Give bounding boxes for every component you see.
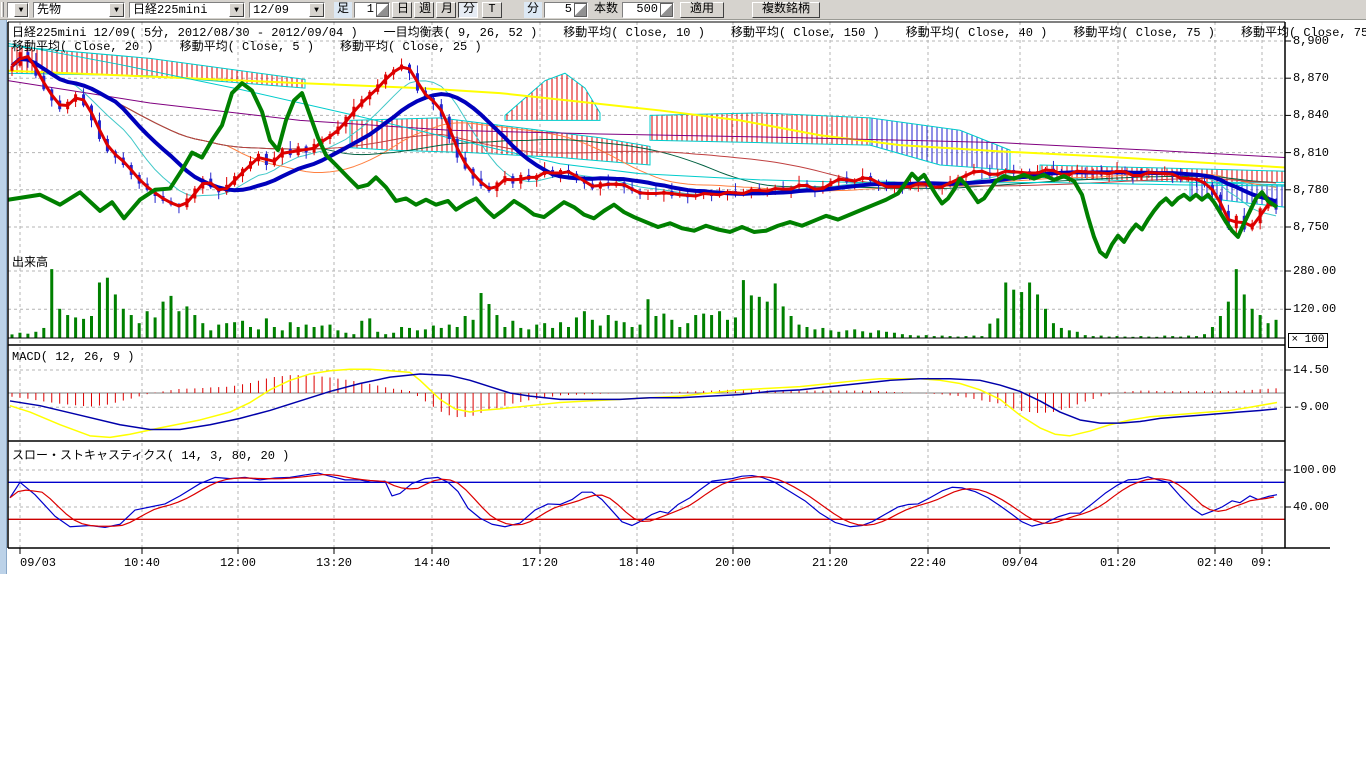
time-tick-label: 22:40 [904, 556, 952, 570]
time-tick-label: 02:40 [1191, 556, 1239, 570]
period-month-button[interactable]: 月 [436, 2, 456, 18]
time-tick-label: 01:20 [1094, 556, 1142, 570]
stoch-tick-label: 40.00 [1293, 500, 1329, 514]
legend-entry: 移動平均( Close, 20 ) [12, 40, 154, 54]
legend-entry: 移動平均( Close, 75 ) [1073, 26, 1215, 40]
time-tick-label: 12:00 [214, 556, 262, 570]
market-dropdown-value: 先物 [34, 3, 109, 17]
price-tick-label: 8,870 [1293, 71, 1329, 85]
spinner-icon[interactable] [574, 3, 587, 17]
volume-panel-label: 出来高 [12, 253, 48, 270]
minute-label: 分 [524, 2, 542, 18]
chart-canvas[interactable] [0, 20, 1366, 580]
spinner-icon[interactable] [376, 3, 389, 17]
symbol-dropdown-value: 日経225mini [130, 3, 229, 17]
stoch-panel-label: スロー・ストキャスティクス( 14, 3, 80, 20 ) [12, 446, 289, 463]
multi-symbol-button[interactable]: 複数銘柄 [752, 2, 820, 18]
volume-multiplier-badge: × 100 [1288, 333, 1328, 348]
symbol-dropdown[interactable]: 日経225mini ▼ [129, 2, 245, 18]
legend-entry: 移動平均( Close, 10 ) [563, 26, 705, 40]
time-tick-label: 09/04 [996, 556, 1044, 570]
legend-entry: 移動平均( Close, 40 ) [906, 26, 1048, 40]
macd-tick-label: 14.50 [1293, 363, 1329, 377]
price-tick-label: 8,810 [1293, 146, 1329, 160]
period-day-button[interactable]: 日 [392, 2, 412, 18]
apply-button[interactable]: 適用 [680, 2, 724, 18]
bar-interval-spinner[interactable]: 1 [354, 2, 390, 18]
legend-entry: 移動平均( Close, 5 ) [180, 40, 314, 54]
minute-value: 5 [545, 3, 574, 17]
contract-dropdown[interactable]: 12/09 ▼ [249, 2, 325, 18]
time-tick-label: 21:20 [806, 556, 854, 570]
period-minute-button[interactable]: 分 [458, 2, 478, 18]
chevron-down-icon[interactable]: ▼ [309, 3, 324, 17]
legend-entry: 移動平均( Close, 25 ) [340, 40, 482, 54]
chevron-down-icon[interactable]: ▼ [109, 3, 124, 17]
chevron-down-icon[interactable]: ▼ [14, 3, 28, 17]
time-tick-label: 14:40 [408, 556, 456, 570]
chevron-down-icon[interactable]: ▼ [229, 3, 244, 17]
legend-entry: 移動平均( Close, 150 ) [731, 26, 880, 40]
market-dropdown[interactable]: 先物 ▼ [33, 2, 125, 18]
bar-interval-value: 1 [355, 3, 376, 17]
time-tick-label: 13:20 [310, 556, 358, 570]
minute-spinner[interactable]: 5 [544, 2, 588, 18]
price-tick-label: 8,840 [1293, 108, 1329, 122]
main-toolbar: ▼ 先物 ▼ 日経225mini ▼ 12/09 ▼ 足 1 日 週 月 分 T… [0, 0, 1366, 20]
macd-panel-label: MACD( 12, 26, 9 ) [12, 350, 134, 364]
legend-line-2: 移動平均( Close, 20 ) 移動平均( Close, 5 ) 移動平均( C… [12, 37, 508, 54]
spinner-icon[interactable] [660, 3, 673, 17]
legend-entry: 移動平均( Close, 75 ) [1241, 26, 1366, 40]
chart-area[interactable]: 日経225mini 12/09( 5分, 2012/08/30 - 2012/0… [0, 20, 1366, 580]
time-tick-label: 18:40 [613, 556, 661, 570]
macd-tick-label: -9.00 [1293, 400, 1329, 414]
count-spinner[interactable]: 500 [622, 2, 674, 18]
time-tick-label: 17:20 [516, 556, 564, 570]
time-tick-label: 20:00 [709, 556, 757, 570]
count-value: 500 [623, 3, 660, 17]
volume-tick-label: 120.00 [1293, 302, 1336, 316]
period-week-button[interactable]: 週 [414, 2, 434, 18]
period-tick-button[interactable]: T [482, 2, 502, 18]
count-label: 本数 [592, 2, 620, 18]
volume-tick-label: 280.00 [1293, 264, 1336, 278]
price-tick-label: 8,750 [1293, 220, 1329, 234]
price-tick-label: 8,780 [1293, 183, 1329, 197]
stoch-tick-label: 100.00 [1293, 463, 1336, 477]
contract-dropdown-value: 12/09 [250, 3, 309, 17]
mini-dropdown[interactable]: ▼ [7, 2, 29, 18]
time-tick-label: 09/03 [20, 556, 56, 570]
toolbar-grip[interactable] [1, 2, 4, 17]
bar-type-label: 足 [334, 2, 352, 18]
time-tick-label: 10:40 [118, 556, 166, 570]
time-tick-label: 09: [1238, 556, 1286, 570]
